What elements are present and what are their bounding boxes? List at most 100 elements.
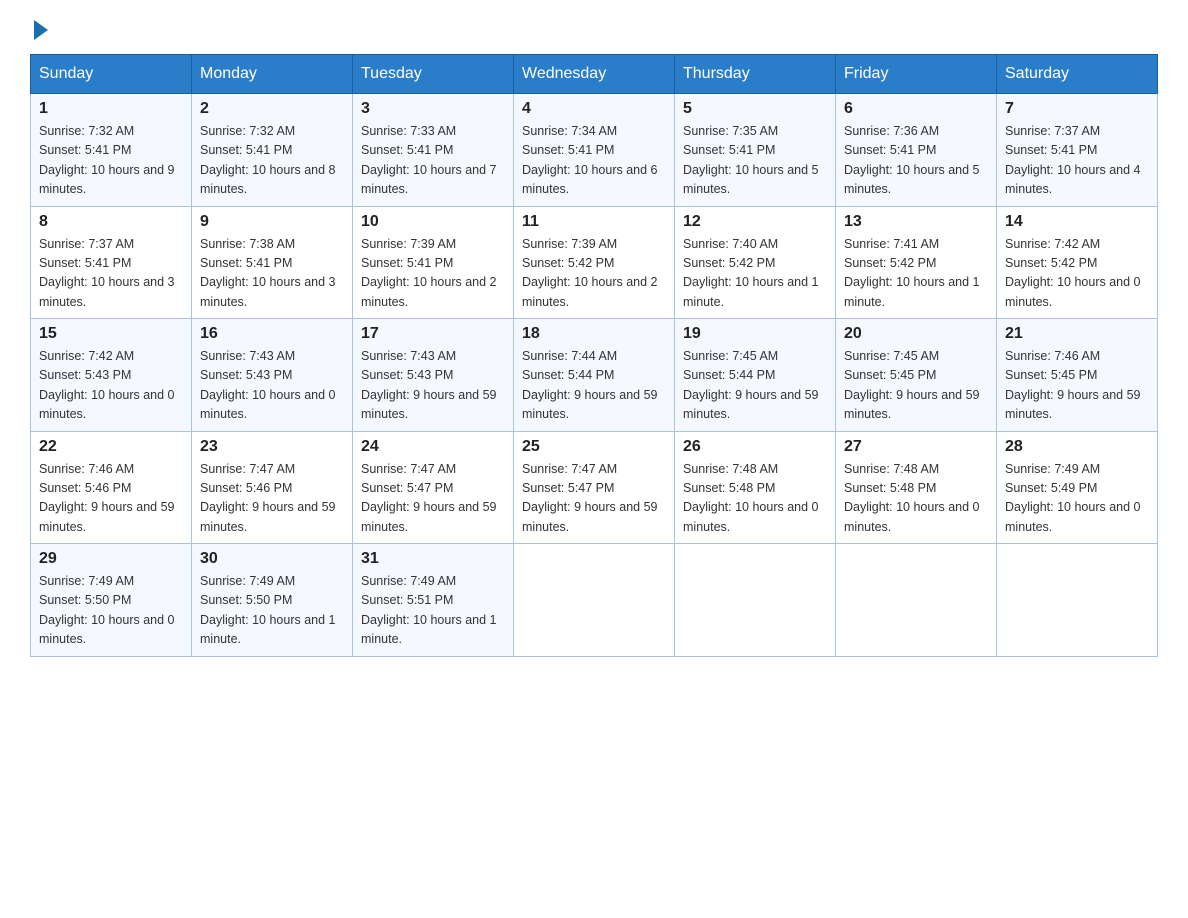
logo (30, 20, 48, 34)
day-info: Sunrise: 7:45 AM Sunset: 5:44 PM Dayligh… (683, 347, 827, 425)
day-number: 23 (200, 438, 344, 456)
day-info: Sunrise: 7:43 AM Sunset: 5:43 PM Dayligh… (200, 347, 344, 425)
day-info: Sunrise: 7:34 AM Sunset: 5:41 PM Dayligh… (522, 122, 666, 200)
week-row-2: 8 Sunrise: 7:37 AM Sunset: 5:41 PM Dayli… (31, 206, 1158, 319)
header-saturday: Saturday (997, 55, 1158, 94)
calendar-cell: 1 Sunrise: 7:32 AM Sunset: 5:41 PM Dayli… (31, 94, 192, 207)
day-number: 7 (1005, 100, 1149, 118)
day-number: 9 (200, 213, 344, 231)
days-header-row: SundayMondayTuesdayWednesdayThursdayFrid… (31, 55, 1158, 94)
calendar-cell: 5 Sunrise: 7:35 AM Sunset: 5:41 PM Dayli… (675, 94, 836, 207)
day-number: 27 (844, 438, 988, 456)
day-info: Sunrise: 7:49 AM Sunset: 5:49 PM Dayligh… (1005, 460, 1149, 538)
day-info: Sunrise: 7:47 AM Sunset: 5:46 PM Dayligh… (200, 460, 344, 538)
day-info: Sunrise: 7:49 AM Sunset: 5:50 PM Dayligh… (39, 572, 183, 650)
calendar-cell: 31 Sunrise: 7:49 AM Sunset: 5:51 PM Dayl… (353, 544, 514, 657)
calendar-cell: 4 Sunrise: 7:34 AM Sunset: 5:41 PM Dayli… (514, 94, 675, 207)
calendar-cell: 20 Sunrise: 7:45 AM Sunset: 5:45 PM Dayl… (836, 319, 997, 432)
day-info: Sunrise: 7:33 AM Sunset: 5:41 PM Dayligh… (361, 122, 505, 200)
calendar-cell (675, 544, 836, 657)
day-info: Sunrise: 7:37 AM Sunset: 5:41 PM Dayligh… (39, 235, 183, 313)
day-number: 4 (522, 100, 666, 118)
day-info: Sunrise: 7:43 AM Sunset: 5:43 PM Dayligh… (361, 347, 505, 425)
calendar-cell: 28 Sunrise: 7:49 AM Sunset: 5:49 PM Dayl… (997, 431, 1158, 544)
calendar-cell: 30 Sunrise: 7:49 AM Sunset: 5:50 PM Dayl… (192, 544, 353, 657)
day-number: 25 (522, 438, 666, 456)
day-info: Sunrise: 7:49 AM Sunset: 5:50 PM Dayligh… (200, 572, 344, 650)
day-number: 19 (683, 325, 827, 343)
calendar-cell (997, 544, 1158, 657)
day-number: 14 (1005, 213, 1149, 231)
day-info: Sunrise: 7:45 AM Sunset: 5:45 PM Dayligh… (844, 347, 988, 425)
header-wednesday: Wednesday (514, 55, 675, 94)
day-number: 24 (361, 438, 505, 456)
page-header (30, 20, 1158, 34)
calendar-cell (514, 544, 675, 657)
day-number: 12 (683, 213, 827, 231)
header-tuesday: Tuesday (353, 55, 514, 94)
calendar-cell: 10 Sunrise: 7:39 AM Sunset: 5:41 PM Dayl… (353, 206, 514, 319)
calendar-cell: 15 Sunrise: 7:42 AM Sunset: 5:43 PM Dayl… (31, 319, 192, 432)
day-number: 16 (200, 325, 344, 343)
day-info: Sunrise: 7:48 AM Sunset: 5:48 PM Dayligh… (844, 460, 988, 538)
calendar-table: SundayMondayTuesdayWednesdayThursdayFrid… (30, 54, 1158, 657)
calendar-cell: 29 Sunrise: 7:49 AM Sunset: 5:50 PM Dayl… (31, 544, 192, 657)
day-info: Sunrise: 7:32 AM Sunset: 5:41 PM Dayligh… (200, 122, 344, 200)
day-number: 28 (1005, 438, 1149, 456)
calendar-cell: 27 Sunrise: 7:48 AM Sunset: 5:48 PM Dayl… (836, 431, 997, 544)
day-info: Sunrise: 7:39 AM Sunset: 5:42 PM Dayligh… (522, 235, 666, 313)
day-number: 5 (683, 100, 827, 118)
day-info: Sunrise: 7:46 AM Sunset: 5:46 PM Dayligh… (39, 460, 183, 538)
day-info: Sunrise: 7:37 AM Sunset: 5:41 PM Dayligh… (1005, 122, 1149, 200)
day-info: Sunrise: 7:48 AM Sunset: 5:48 PM Dayligh… (683, 460, 827, 538)
day-number: 11 (522, 213, 666, 231)
day-info: Sunrise: 7:44 AM Sunset: 5:44 PM Dayligh… (522, 347, 666, 425)
day-info: Sunrise: 7:47 AM Sunset: 5:47 PM Dayligh… (361, 460, 505, 538)
day-number: 17 (361, 325, 505, 343)
calendar-cell: 22 Sunrise: 7:46 AM Sunset: 5:46 PM Dayl… (31, 431, 192, 544)
day-number: 13 (844, 213, 988, 231)
day-number: 8 (39, 213, 183, 231)
calendar-cell: 24 Sunrise: 7:47 AM Sunset: 5:47 PM Dayl… (353, 431, 514, 544)
week-row-1: 1 Sunrise: 7:32 AM Sunset: 5:41 PM Dayli… (31, 94, 1158, 207)
calendar-cell: 26 Sunrise: 7:48 AM Sunset: 5:48 PM Dayl… (675, 431, 836, 544)
calendar-cell: 17 Sunrise: 7:43 AM Sunset: 5:43 PM Dayl… (353, 319, 514, 432)
day-number: 18 (522, 325, 666, 343)
day-info: Sunrise: 7:40 AM Sunset: 5:42 PM Dayligh… (683, 235, 827, 313)
day-info: Sunrise: 7:39 AM Sunset: 5:41 PM Dayligh… (361, 235, 505, 313)
header-monday: Monday (192, 55, 353, 94)
day-number: 22 (39, 438, 183, 456)
day-info: Sunrise: 7:38 AM Sunset: 5:41 PM Dayligh… (200, 235, 344, 313)
calendar-cell: 19 Sunrise: 7:45 AM Sunset: 5:44 PM Dayl… (675, 319, 836, 432)
day-number: 29 (39, 550, 183, 568)
week-row-5: 29 Sunrise: 7:49 AM Sunset: 5:50 PM Dayl… (31, 544, 1158, 657)
calendar-cell: 11 Sunrise: 7:39 AM Sunset: 5:42 PM Dayl… (514, 206, 675, 319)
calendar-cell: 6 Sunrise: 7:36 AM Sunset: 5:41 PM Dayli… (836, 94, 997, 207)
logo-arrow-icon (34, 20, 48, 40)
day-info: Sunrise: 7:49 AM Sunset: 5:51 PM Dayligh… (361, 572, 505, 650)
calendar-cell: 21 Sunrise: 7:46 AM Sunset: 5:45 PM Dayl… (997, 319, 1158, 432)
day-number: 26 (683, 438, 827, 456)
day-number: 20 (844, 325, 988, 343)
calendar-cell: 2 Sunrise: 7:32 AM Sunset: 5:41 PM Dayli… (192, 94, 353, 207)
day-info: Sunrise: 7:42 AM Sunset: 5:43 PM Dayligh… (39, 347, 183, 425)
logo-general (30, 20, 48, 40)
week-row-4: 22 Sunrise: 7:46 AM Sunset: 5:46 PM Dayl… (31, 431, 1158, 544)
day-info: Sunrise: 7:36 AM Sunset: 5:41 PM Dayligh… (844, 122, 988, 200)
week-row-3: 15 Sunrise: 7:42 AM Sunset: 5:43 PM Dayl… (31, 319, 1158, 432)
calendar-cell: 13 Sunrise: 7:41 AM Sunset: 5:42 PM Dayl… (836, 206, 997, 319)
day-number: 30 (200, 550, 344, 568)
calendar-cell: 16 Sunrise: 7:43 AM Sunset: 5:43 PM Dayl… (192, 319, 353, 432)
day-info: Sunrise: 7:46 AM Sunset: 5:45 PM Dayligh… (1005, 347, 1149, 425)
day-number: 31 (361, 550, 505, 568)
calendar-cell: 8 Sunrise: 7:37 AM Sunset: 5:41 PM Dayli… (31, 206, 192, 319)
calendar-cell: 23 Sunrise: 7:47 AM Sunset: 5:46 PM Dayl… (192, 431, 353, 544)
day-info: Sunrise: 7:35 AM Sunset: 5:41 PM Dayligh… (683, 122, 827, 200)
day-number: 3 (361, 100, 505, 118)
header-sunday: Sunday (31, 55, 192, 94)
day-number: 10 (361, 213, 505, 231)
calendar-cell: 14 Sunrise: 7:42 AM Sunset: 5:42 PM Dayl… (997, 206, 1158, 319)
calendar-cell: 7 Sunrise: 7:37 AM Sunset: 5:41 PM Dayli… (997, 94, 1158, 207)
day-info: Sunrise: 7:47 AM Sunset: 5:47 PM Dayligh… (522, 460, 666, 538)
day-info: Sunrise: 7:42 AM Sunset: 5:42 PM Dayligh… (1005, 235, 1149, 313)
